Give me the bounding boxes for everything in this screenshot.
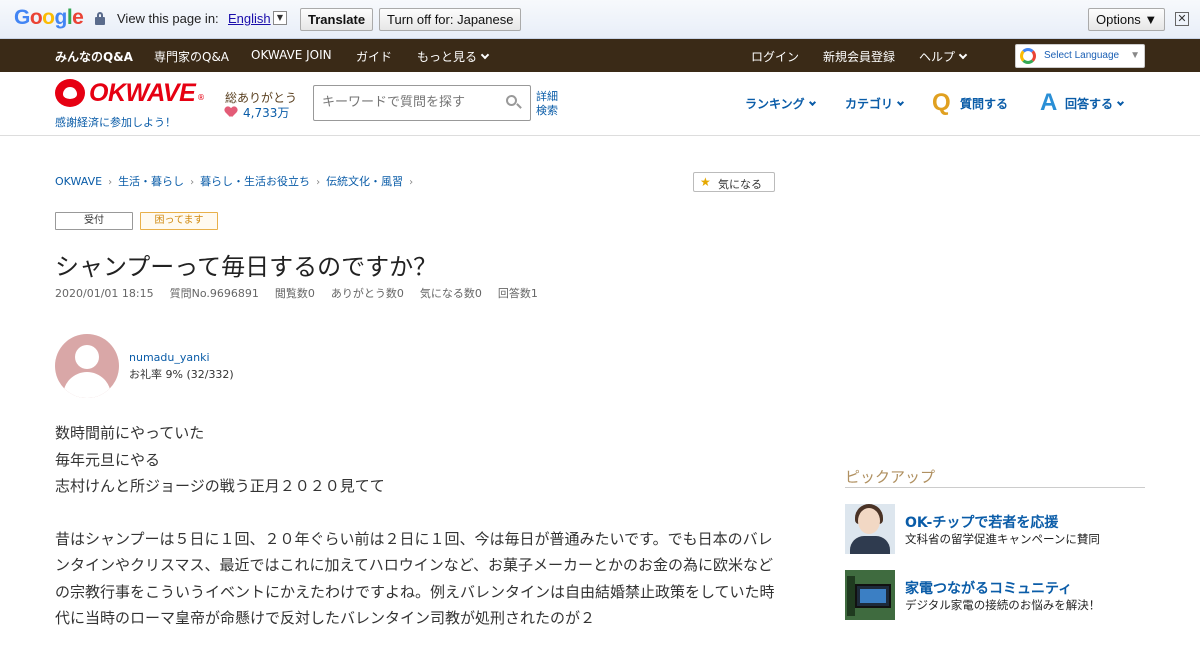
turn-off-button[interactable]: Turn off for: Japanese (379, 8, 522, 31)
thanks-count: ありがとう数0 (330, 287, 404, 300)
body-paragraph: 昔はシャンプーは５日に１回、２０年ぐらい前は２日に１回、今は毎日が普通みたいです… (55, 529, 775, 628)
pickup-title: ピックアップ (845, 468, 936, 486)
pickup-item-desc: 文科省の留学促進キャンペーンに賛同 (905, 532, 1100, 546)
translate-bar: Google View this page in: English ▼ Tran… (0, 0, 1200, 39)
nav-login[interactable]: ログイン (751, 48, 799, 65)
chevron-down-icon (480, 50, 490, 60)
status-badge: 受付 (55, 212, 133, 230)
nav-guide[interactable]: ガイド (356, 48, 392, 65)
nav-category-label: カテゴリ (845, 97, 894, 111)
logo-registered-mark: ® (197, 93, 205, 102)
question-q-icon: Q (932, 89, 951, 116)
chevron-down-icon (958, 50, 968, 60)
breadcrumb-item[interactable]: 伝統文化・風習 (326, 175, 403, 188)
select-language-widget[interactable]: Select Language ▼ (1015, 44, 1145, 68)
breadcrumb: OKWAVE › 生活・暮らし › 暮らし・生活お役立ち › 伝統文化・風習 › (55, 173, 419, 189)
trouble-badge: 困ってます (140, 212, 218, 230)
question-meta: 2020/01/01 18:15 質問No.9696891 閲覧数0 ありがとう数0 気… (55, 285, 554, 301)
lock-icon (95, 12, 105, 25)
search-input[interactable] (322, 95, 502, 110)
breadcrumb-item[interactable]: 生活・暮らし (118, 175, 184, 188)
star-icon: ★ (700, 175, 711, 189)
pickup-thumbnail[interactable] (845, 504, 895, 554)
answer-link-label: 回答する (1065, 97, 1114, 111)
pickup-item-title[interactable]: 家電つながるコミュニティ (905, 578, 1072, 598)
breadcrumb-separator: › (409, 177, 414, 188)
chevron-down-icon (896, 98, 905, 107)
language-dropdown-icon[interactable]: ▼ (273, 11, 287, 25)
pickup-thumbnail[interactable] (845, 570, 895, 620)
page-title: シャンプーって毎日するのですか？ (55, 253, 438, 281)
question-date: 2020/01/01 18:15 (55, 287, 154, 300)
chevron-down-icon (1116, 98, 1125, 107)
view-page-text: View this page in: (117, 11, 219, 26)
google-logo: Google (14, 6, 84, 29)
body-line: 志村けんと所ジョージの戦う正月２０２０見てて (55, 477, 385, 495)
watch-count: 気になる数0 (419, 287, 482, 300)
options-button[interactable]: Options ▼ (1088, 8, 1166, 31)
breadcrumb-item[interactable]: OKWAVE (55, 175, 102, 188)
breadcrumb-separator: › (190, 177, 195, 188)
view-count: 閲覧数0 (274, 287, 315, 300)
search-box (313, 85, 531, 121)
answer-count: 回答数1 (497, 287, 538, 300)
body-line: 毎年元旦にやる (55, 450, 161, 469)
select-language-arrow-icon: ▼ (1130, 50, 1140, 61)
body-line: 数時間前にやっていた (55, 424, 205, 442)
chevron-down-icon (808, 98, 816, 107)
breadcrumb-separator: › (316, 177, 321, 188)
google-g-icon (1020, 48, 1036, 64)
advanced-search-link[interactable]: 詳細検索 (536, 90, 566, 118)
okwave-heart-logo-icon[interactable] (55, 79, 85, 107)
breadcrumb-item[interactable]: 暮らし・生活お役立ち (200, 175, 310, 188)
nav-minna-qa[interactable]: みんなのQ&A (55, 48, 133, 65)
nav-okwave-join[interactable]: OKWAVE JOIN (251, 48, 332, 62)
nav-more-label: もっと見る (417, 50, 478, 64)
body-paragraph: 数時間前にやっていた 毎年元旦にやる 志村けんと所ジョージの戦う正月２０２０見て… (55, 420, 780, 500)
nav-ranking-label: ランキング (745, 97, 805, 111)
nav-ranking[interactable]: ランキング (745, 95, 816, 112)
watch-label: 気になる (718, 178, 762, 191)
search-icon[interactable] (506, 95, 522, 109)
nav-category[interactable]: カテゴリ (845, 95, 905, 112)
user-thanks-rate: お礼率 9% (32/332) (129, 368, 234, 381)
question-body: 数時間前にやっていた 毎年元旦にやる 志村けんと所ジョージの戦う正月２０２０見て… (55, 420, 780, 658)
question-number: 質問No.9696891 (169, 287, 259, 300)
language-link[interactable]: English (228, 11, 271, 26)
pickup-item-desc: デジタル家電の接続のお悩みを解決！ (905, 598, 1101, 612)
watch-button[interactable]: ★ 気になる (693, 172, 775, 192)
select-language-label: Select Language (1044, 50, 1120, 61)
pickup-item-title[interactable]: OK-チップで若者を応援 (905, 512, 1058, 532)
user-name-link[interactable]: numadu_yanki (129, 351, 210, 364)
breadcrumb-separator: › (108, 177, 113, 188)
avatar[interactable] (55, 334, 119, 398)
nav-help[interactable]: ヘルプ (919, 48, 968, 65)
answer-link[interactable]: 回答する (1065, 95, 1125, 112)
okwave-logo[interactable]: OKWAVE (89, 79, 196, 108)
answer-a-icon: A (1040, 89, 1058, 116)
translate-button[interactable]: Translate (300, 8, 374, 31)
nav-expert-qa[interactable]: 専門家のQ&A (154, 48, 229, 65)
heart-icon (225, 107, 237, 117)
ask-question-link[interactable]: 質問する (960, 95, 1008, 112)
nav-help-label: ヘルプ (919, 50, 956, 64)
total-thanks-count: 4,733万 (243, 106, 290, 120)
divider (845, 487, 1145, 488)
logo-tagline[interactable]: 感謝経済に参加しよう！ (55, 114, 176, 130)
close-icon[interactable]: ✕ (1175, 12, 1189, 26)
nav-register[interactable]: 新規会員登録 (823, 48, 895, 65)
nav-more[interactable]: もっと見る (417, 48, 490, 65)
